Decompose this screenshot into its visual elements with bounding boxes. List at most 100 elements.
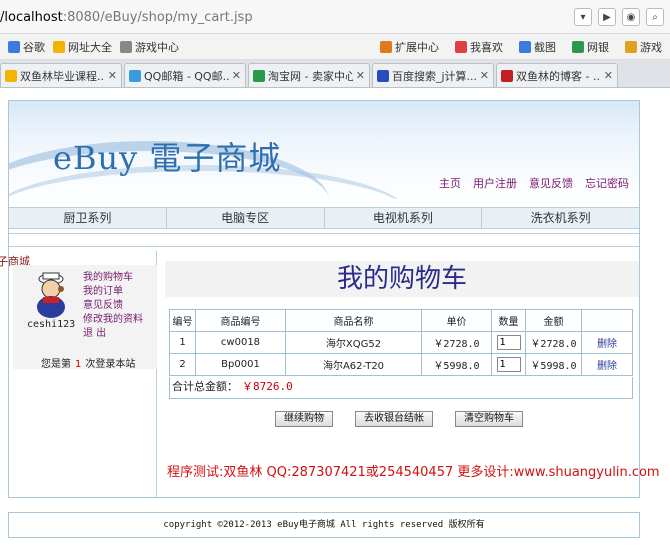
google-icon (8, 40, 20, 53)
category-tv[interactable]: 电视机系列 (325, 208, 483, 228)
url-host: /localhost (0, 10, 63, 25)
nav-register[interactable]: 用户注册 (473, 175, 517, 191)
tab-title: 双鱼林毕业课程... (20, 69, 105, 83)
close-icon[interactable]: ✕ (604, 69, 613, 82)
taobao-icon (253, 69, 265, 82)
cell-no: 1 (169, 331, 196, 354)
screenshot[interactable]: 截图 (519, 39, 556, 55)
total-value: ￥8726.0 (242, 380, 293, 393)
favorites[interactable]: 我喜欢 (455, 39, 503, 55)
cell-action: 删除 (581, 331, 633, 354)
category-kitchen[interactable]: 厨卫系列 (9, 208, 167, 228)
cart-main: 我的购物车 编号 商品编号 商品名称 单价 数量 金额 1 cw0018 海尔X… (159, 251, 660, 497)
tab-title: 百度搜索_j计算... (392, 69, 477, 83)
cart-actions: 继续购物 去收银台结帐 清空购物车 (275, 411, 523, 427)
site-logo: eBuy 電子商城 (53, 139, 282, 177)
nav-feedback[interactable]: 意见反馈 (529, 175, 573, 191)
dropdown-icon[interactable]: ▾ (574, 8, 592, 26)
category-bar: 厨卫系列 电脑专区 电视机系列 洗衣机系列 (9, 207, 639, 229)
shield-icon[interactable]: ◉ (622, 8, 640, 26)
qqmail-icon (129, 69, 141, 82)
quantity-input[interactable] (496, 335, 521, 350)
blog-icon (501, 69, 513, 82)
page-footer: copyright ©2012-2013 eBuy电子商城 All rights… (8, 512, 640, 538)
user-menu: 我的购物车 我的订单 意见反馈 修改我的资料 退 出 (83, 271, 143, 340)
quantity-input[interactable] (496, 357, 521, 372)
close-icon[interactable]: ✕ (356, 69, 365, 82)
bookmarks-bar: 谷歌 网址大全 游戏中心 扩展中心 我喜欢 截图 网银 游戏 (0, 34, 670, 60)
nav-home[interactable]: 主页 (439, 175, 461, 191)
user-panel: ceshi123 我的购物车 我的订单 意见反馈 修改我的资料 退 出 您是第 1… (13, 265, 157, 370)
link-my-orders[interactable]: 我的订单 (83, 285, 143, 298)
col-price: 单价 (421, 309, 492, 332)
link-logout[interactable]: 退 出 (83, 327, 143, 340)
continue-shopping-button[interactable]: 继续购物 (275, 411, 333, 427)
delete-link[interactable]: 删除 (597, 339, 617, 350)
nav-forgot-password[interactable]: 忘记密码 (585, 175, 629, 191)
total-label: 合计总金额： (172, 380, 238, 393)
promo-text: 程序测试:双鱼林 QQ:287307421或254540457 更多设计:www… (167, 465, 660, 480)
tab-title: QQ邮箱 - QQ邮... (144, 69, 229, 83)
cell-price: ￥5998.0 (421, 353, 492, 376)
address-bar[interactable]: /localhost:8080/eBuy/shop/my_cart.jsp ▾ … (0, 0, 670, 34)
page-title: 我的购物车 (165, 261, 639, 297)
close-icon[interactable]: ✕ (232, 69, 241, 82)
bank-icon (572, 41, 584, 53)
browser-tab[interactable]: 淘宝网 - 卖家中心 ✕ (248, 63, 370, 87)
cell-amount: ￥5998.0 (525, 353, 582, 376)
bookmark-label: 网址大全 (68, 40, 112, 54)
cell-price: ￥2728.0 (421, 331, 492, 354)
col-amount: 金额 (525, 309, 582, 332)
table-row: 1 cw0018 海尔XQG52 ￥2728.0 ￥2728.0 删除 (169, 331, 633, 354)
puzzle-icon (380, 41, 392, 53)
table-row: 2 Bp0001 海尔A62-T20 ￥5998.0 ￥5998.0 删除 (169, 353, 633, 376)
table-header: 编号 商品编号 商品名称 单价 数量 金额 (169, 309, 633, 332)
link-feedback[interactable]: 意见反馈 (83, 299, 143, 312)
tab-strip: 双鱼林毕业课程... ✕ QQ邮箱 - QQ邮... ✕ 淘宝网 - 卖家中心 ✕ 百… (0, 60, 670, 88)
col-action (581, 309, 633, 332)
close-icon[interactable]: ✕ (480, 69, 489, 82)
cell-code: cw0018 (195, 331, 286, 354)
cell-qty (491, 331, 526, 354)
ext-center[interactable]: 扩展中心 (380, 39, 439, 55)
gamepad-icon (120, 40, 132, 53)
close-icon[interactable]: ✕ (108, 69, 117, 82)
netbank[interactable]: 网银 (572, 39, 609, 55)
bookmark-sites[interactable]: 网址大全 (53, 39, 112, 55)
bookmark-google[interactable]: 谷歌 (8, 39, 45, 55)
category-computers[interactable]: 电脑专区 (167, 208, 325, 228)
cart-table: 编号 商品编号 商品名称 单价 数量 金额 1 cw0018 海尔XQG52 ￥… (169, 309, 633, 376)
sub-bar (9, 233, 639, 247)
cell-name: 海尔XQG52 (285, 331, 422, 354)
checkout-button[interactable]: 去收银台结帐 (355, 411, 433, 427)
delete-link[interactable]: 删除 (597, 361, 617, 372)
username: ceshi123 (27, 319, 76, 330)
link-my-cart[interactable]: 我的购物车 (83, 271, 143, 284)
bookmark-games[interactable]: 游戏中心 (120, 39, 179, 55)
browser-tab[interactable]: 双鱼林毕业课程... ✕ (0, 63, 122, 87)
scissors-icon (519, 41, 531, 53)
cell-code: Bp0001 (195, 353, 286, 376)
category-washer[interactable]: 洗衣机系列 (482, 208, 639, 228)
url-field[interactable]: /localhost:8080/eBuy/shop/my_cart.jsp (0, 10, 253, 25)
cell-no: 2 (169, 353, 196, 376)
forward-icon[interactable]: ▶ (598, 8, 616, 26)
url-path: :8080/eBuy/shop/my_cart.jsp (62, 10, 253, 25)
browser-tab[interactable]: QQ邮箱 - QQ邮... ✕ (124, 63, 246, 87)
bookmark-label: 扩展中心 (395, 41, 439, 54)
bookmark-label: 我喜欢 (470, 41, 503, 54)
cell-amount: ￥2728.0 (525, 331, 582, 354)
link-edit-profile[interactable]: 修改我的资料 (83, 313, 143, 326)
browser-tab[interactable]: 双鱼林的博客 - ... ✕ (496, 63, 618, 87)
tab-title: 淘宝网 - 卖家中心 (268, 69, 353, 83)
bookmark-label: 谷歌 (23, 40, 45, 54)
bookmark-label: 游戏中心 (135, 40, 179, 54)
clear-cart-button[interactable]: 清空购物车 (455, 411, 523, 427)
bookmark-label: 截图 (534, 41, 556, 54)
browser-tab[interactable]: 百度搜索_j计算... ✕ (372, 63, 494, 87)
games[interactable]: 游戏 (625, 39, 662, 55)
sites-icon (53, 40, 65, 53)
col-qty: 数量 (491, 309, 526, 332)
top-nav: 主页 用户注册 意见反馈 忘记密码 (439, 175, 629, 191)
search-icon[interactable]: ⌕ (646, 8, 664, 26)
